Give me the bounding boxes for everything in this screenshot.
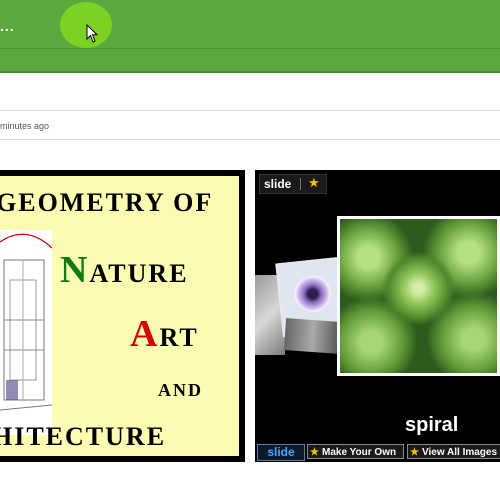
star-icon: ★ xyxy=(410,447,419,458)
poster-line-3-rest: RT xyxy=(159,323,199,352)
title-ellipsis: ... xyxy=(0,18,15,34)
poster-line-2-rest: ATURE xyxy=(89,259,189,288)
poster-canvas: GEOMETRY OF NATURE ART AND HITECTURE xyxy=(0,176,239,456)
poster-line-3-capital: A xyxy=(130,313,160,355)
slide-logo[interactable]: slide ★ xyxy=(259,174,327,194)
passion-flower-photo xyxy=(292,274,333,314)
logo-separator xyxy=(300,178,301,190)
mouse-pointer-icon xyxy=(86,24,99,43)
star-icon: ★ xyxy=(310,447,319,458)
slide-bottom-logo[interactable]: slide xyxy=(257,444,305,461)
slide-caption: spiral xyxy=(405,414,459,436)
view-all-images-button[interactable]: ★ View All Images xyxy=(407,444,500,459)
architecture-sketch xyxy=(0,230,52,435)
slide-thumbnail xyxy=(283,318,342,354)
sub-nav-bar xyxy=(0,49,500,73)
make-your-own-label: Make Your Own xyxy=(322,447,397,458)
star-icon: ★ xyxy=(308,175,320,190)
make-your-own-button[interactable]: ★ Make Your Own xyxy=(307,444,404,459)
post-timestamp: minutes ago xyxy=(0,121,50,131)
main-slide-photo[interactable] xyxy=(337,216,500,376)
slideshow-bottom-bar: slide ★ Make Your Own ★ View All Images xyxy=(255,442,500,462)
view-all-images-label: View All Images xyxy=(422,447,498,458)
slide-logo-text: slide xyxy=(264,177,292,191)
poster-line-2: NATURE xyxy=(60,248,189,292)
slideshow-widget[interactable]: slide ★ spiral slide ★ Make Your Own ★ Vie… xyxy=(255,170,500,462)
poster-image[interactable]: GEOMETRY OF NATURE ART AND HITECTURE xyxy=(0,170,245,462)
poster-line-1: GEOMETRY OF xyxy=(0,188,214,217)
sketch-drawing xyxy=(0,233,52,411)
divider xyxy=(0,110,500,111)
poster-line-5: HITECTURE xyxy=(0,422,167,451)
poster-line-2-capital: N xyxy=(60,249,90,291)
divider xyxy=(0,139,500,140)
succulent-photo xyxy=(340,219,497,373)
poster-line-4: AND xyxy=(158,380,203,400)
poster-line-3: ART xyxy=(130,312,199,356)
top-nav-bar: ... xyxy=(0,0,500,49)
